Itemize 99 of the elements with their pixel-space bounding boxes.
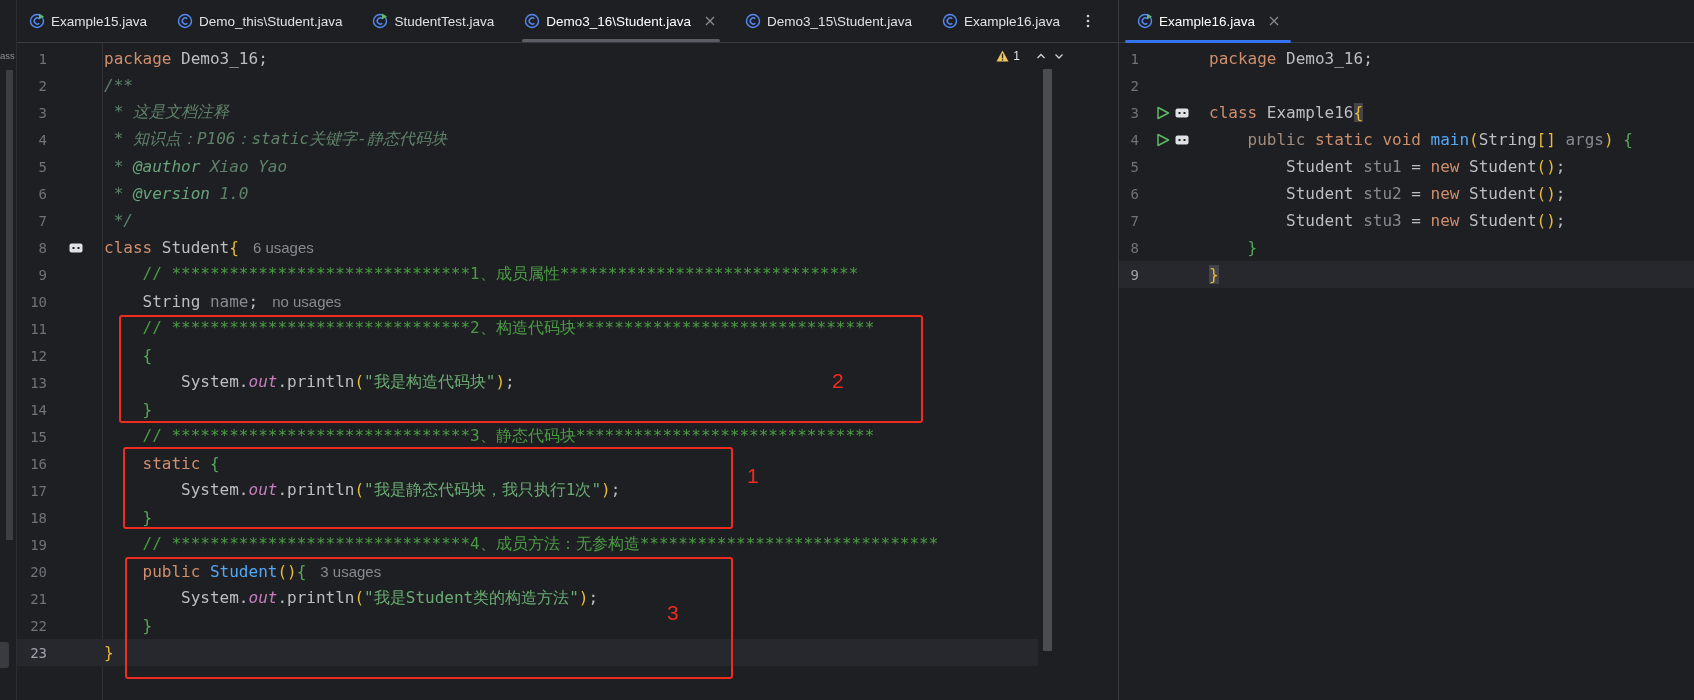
tab-scrollbar[interactable] — [522, 39, 720, 42]
line-number: 2 — [1129, 77, 1139, 94]
runnable-class-icon — [372, 13, 389, 29]
line-number: 6 — [37, 185, 47, 202]
editor-tab[interactable]: Demo3_16\Student.java — [512, 0, 728, 42]
run-icon[interactable] — [1156, 132, 1170, 147]
gutter-marker-icon[interactable] — [69, 242, 83, 253]
line-number: 12 — [29, 347, 47, 364]
usage-hint[interactable]: 3 usages — [320, 563, 382, 580]
editor-tab[interactable]: Example16.java — [1125, 0, 1292, 42]
line-number: 4 — [37, 131, 47, 148]
line-number: 17 — [29, 482, 47, 499]
line-number: 8 — [37, 239, 47, 256]
line-number: 6 — [1129, 185, 1139, 202]
line-number: 19 — [29, 536, 47, 553]
editor-tab[interactable]: StudentTest.java — [360, 0, 507, 42]
line-number: 9 — [1129, 266, 1139, 283]
code-line: // *******************************3、静态代码块******************************* — [141, 426, 875, 447]
code-line: // *******************************1、成员属性******************************* — [141, 264, 859, 285]
class-icon — [177, 13, 194, 29]
code-line: class Student{ — [104, 238, 239, 257]
more-menu-icon[interactable] — [1086, 13, 1090, 29]
line-number: 14 — [29, 401, 47, 418]
code-line: } — [1246, 238, 1258, 257]
code-line: System.out.println("我是构造代码块"); — [180, 372, 515, 393]
line-number: 21 — [29, 590, 47, 607]
line-number: 23 — [29, 644, 47, 661]
line-number: 13 — [29, 374, 47, 391]
line-number: 4 — [1129, 131, 1139, 148]
code-line: } — [141, 400, 153, 419]
code-line: Student stu3 = new Student(); — [1285, 211, 1566, 230]
code-line: public static void main(String[] args) { — [1246, 130, 1633, 149]
previous-icon[interactable] — [1036, 51, 1046, 61]
class-icon — [524, 13, 541, 29]
side-label: ass — [0, 50, 15, 61]
code-line: System.out.println("我是Student类的构造方法"); — [180, 588, 599, 609]
line-number: 2 — [37, 77, 47, 94]
side-scrollbar[interactable] — [6, 70, 13, 540]
line-number: 10 — [29, 293, 47, 310]
line-number: 11 — [29, 320, 47, 337]
line-number: 18 — [29, 509, 47, 526]
annotation-number: 2 — [832, 369, 844, 393]
annotation-number: 1 — [747, 464, 759, 488]
run-icon[interactable] — [1156, 105, 1170, 120]
line-number: 7 — [1129, 212, 1139, 229]
code-line: class Example16{ — [1209, 103, 1364, 122]
annotation-number: 3 — [667, 601, 679, 625]
warning-icon[interactable] — [996, 50, 1010, 62]
code-line: // *******************************4、成员方法：无参构造******************************* — [141, 534, 939, 555]
vertical-scrollbar[interactable] — [1043, 69, 1052, 651]
code-line: } — [141, 508, 153, 527]
code-line: String name; — [141, 292, 259, 311]
runnable-class-icon — [29, 13, 45, 29]
code-line: * @version 1.0 — [112, 184, 249, 203]
line-number: 8 — [1129, 239, 1139, 256]
line-number: 3 — [1129, 104, 1139, 121]
usage-hint[interactable]: 6 usages — [252, 239, 314, 256]
code-line: * @author Xiao Yao — [112, 157, 288, 176]
line-number: 5 — [37, 158, 47, 175]
editor-tab[interactable]: Demo3_15\Student.java — [733, 0, 924, 42]
code-line: } — [141, 616, 153, 635]
editor-tab[interactable]: Example15.java — [17, 0, 160, 42]
code-line: package Demo3_16; — [104, 49, 268, 68]
class-icon — [941, 13, 958, 29]
code-line: { — [141, 346, 153, 365]
close-icon[interactable] — [1269, 16, 1280, 26]
usage-hint[interactable]: no usages — [272, 293, 342, 310]
line-number: 1 — [1129, 50, 1139, 67]
code-line: System.out.println("我是静态代码块，我只执行1次"); — [180, 480, 621, 501]
warning-count: 1 — [1013, 49, 1020, 63]
line-number: 22 — [29, 617, 47, 634]
code-line: /** — [104, 76, 133, 95]
close-icon[interactable] — [705, 16, 716, 26]
line-number: 9 — [37, 266, 47, 283]
code-line: */ — [112, 211, 133, 230]
code-line: Student stu2 = new Student(); — [1285, 184, 1566, 203]
code-line: * 这是文档注释 — [112, 102, 229, 123]
code-line: public Student(){ — [141, 562, 307, 581]
code-line: // *******************************2、构造代码块******************************* — [141, 318, 875, 339]
line-number: 7 — [37, 212, 47, 229]
line-number: 1 — [37, 50, 47, 67]
code-line: static { — [141, 454, 220, 473]
line-number: 16 — [29, 455, 47, 472]
code-line: package Demo3_16; — [1209, 49, 1373, 68]
line-number: 20 — [29, 563, 47, 580]
editor-tab[interactable]: Example16.java — [929, 0, 1072, 42]
gutter-marker-icon[interactable] — [1175, 107, 1189, 118]
code-line: * 知识点：P106：static关键字-静态代码块 — [112, 129, 447, 150]
code-line: Student stu1 = new Student(); — [1285, 157, 1566, 176]
class-icon — [745, 13, 762, 29]
line-number: 15 — [29, 428, 47, 445]
runnable-class-icon — [1137, 13, 1153, 29]
gutter-marker-icon[interactable] — [1175, 134, 1189, 145]
next-icon[interactable] — [1054, 51, 1064, 61]
side-handle[interactable] — [0, 642, 9, 668]
line-number: 5 — [1129, 158, 1139, 175]
editor-tab[interactable]: Demo_this\Student.java — [165, 0, 355, 42]
line-number: 3 — [37, 104, 47, 121]
code-line: } — [104, 643, 114, 662]
